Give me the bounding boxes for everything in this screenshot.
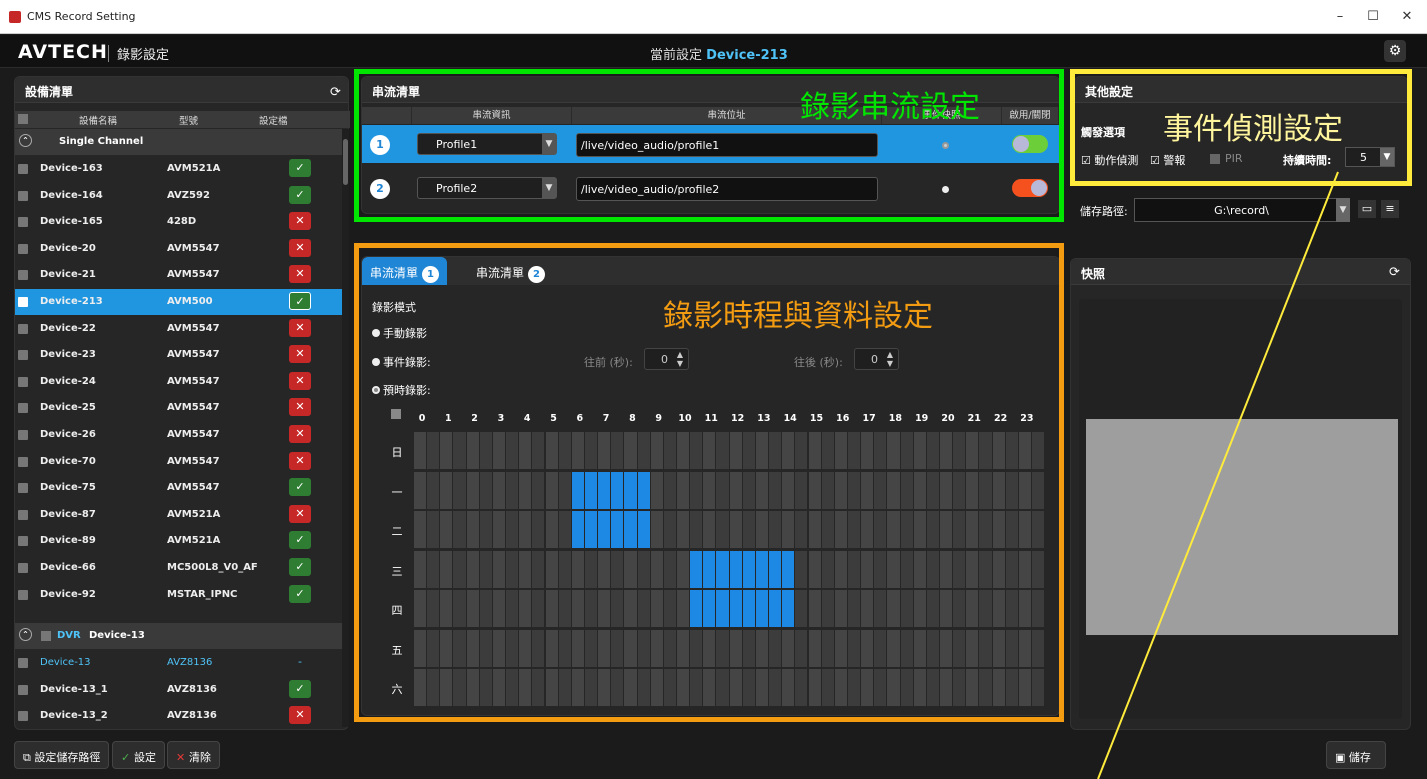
annotation-pointer-line [1097, 171, 1339, 779]
set-button[interactable]: ✓ 設定 [112, 741, 166, 769]
save-button[interactable]: ▣ 儲存 [1326, 741, 1386, 769]
clear-button[interactable]: ✕ 清除 [167, 741, 221, 769]
set-storage-path-label: 設定儲存路徑 [34, 751, 101, 764]
set-label: 設定 [134, 751, 157, 764]
x-icon: ✕ [176, 751, 190, 764]
save-label: 儲存 [1348, 751, 1371, 764]
annotation-pointer [1097, 171, 1339, 779]
copy-icon: ⧉ [23, 751, 35, 764]
save-icon: ▣ [1335, 751, 1349, 764]
clear-label: 清除 [189, 751, 212, 764]
set-storage-path-button[interactable]: ⧉ 設定儲存路徑 [14, 741, 110, 769]
check-icon: ✓ [121, 751, 135, 764]
